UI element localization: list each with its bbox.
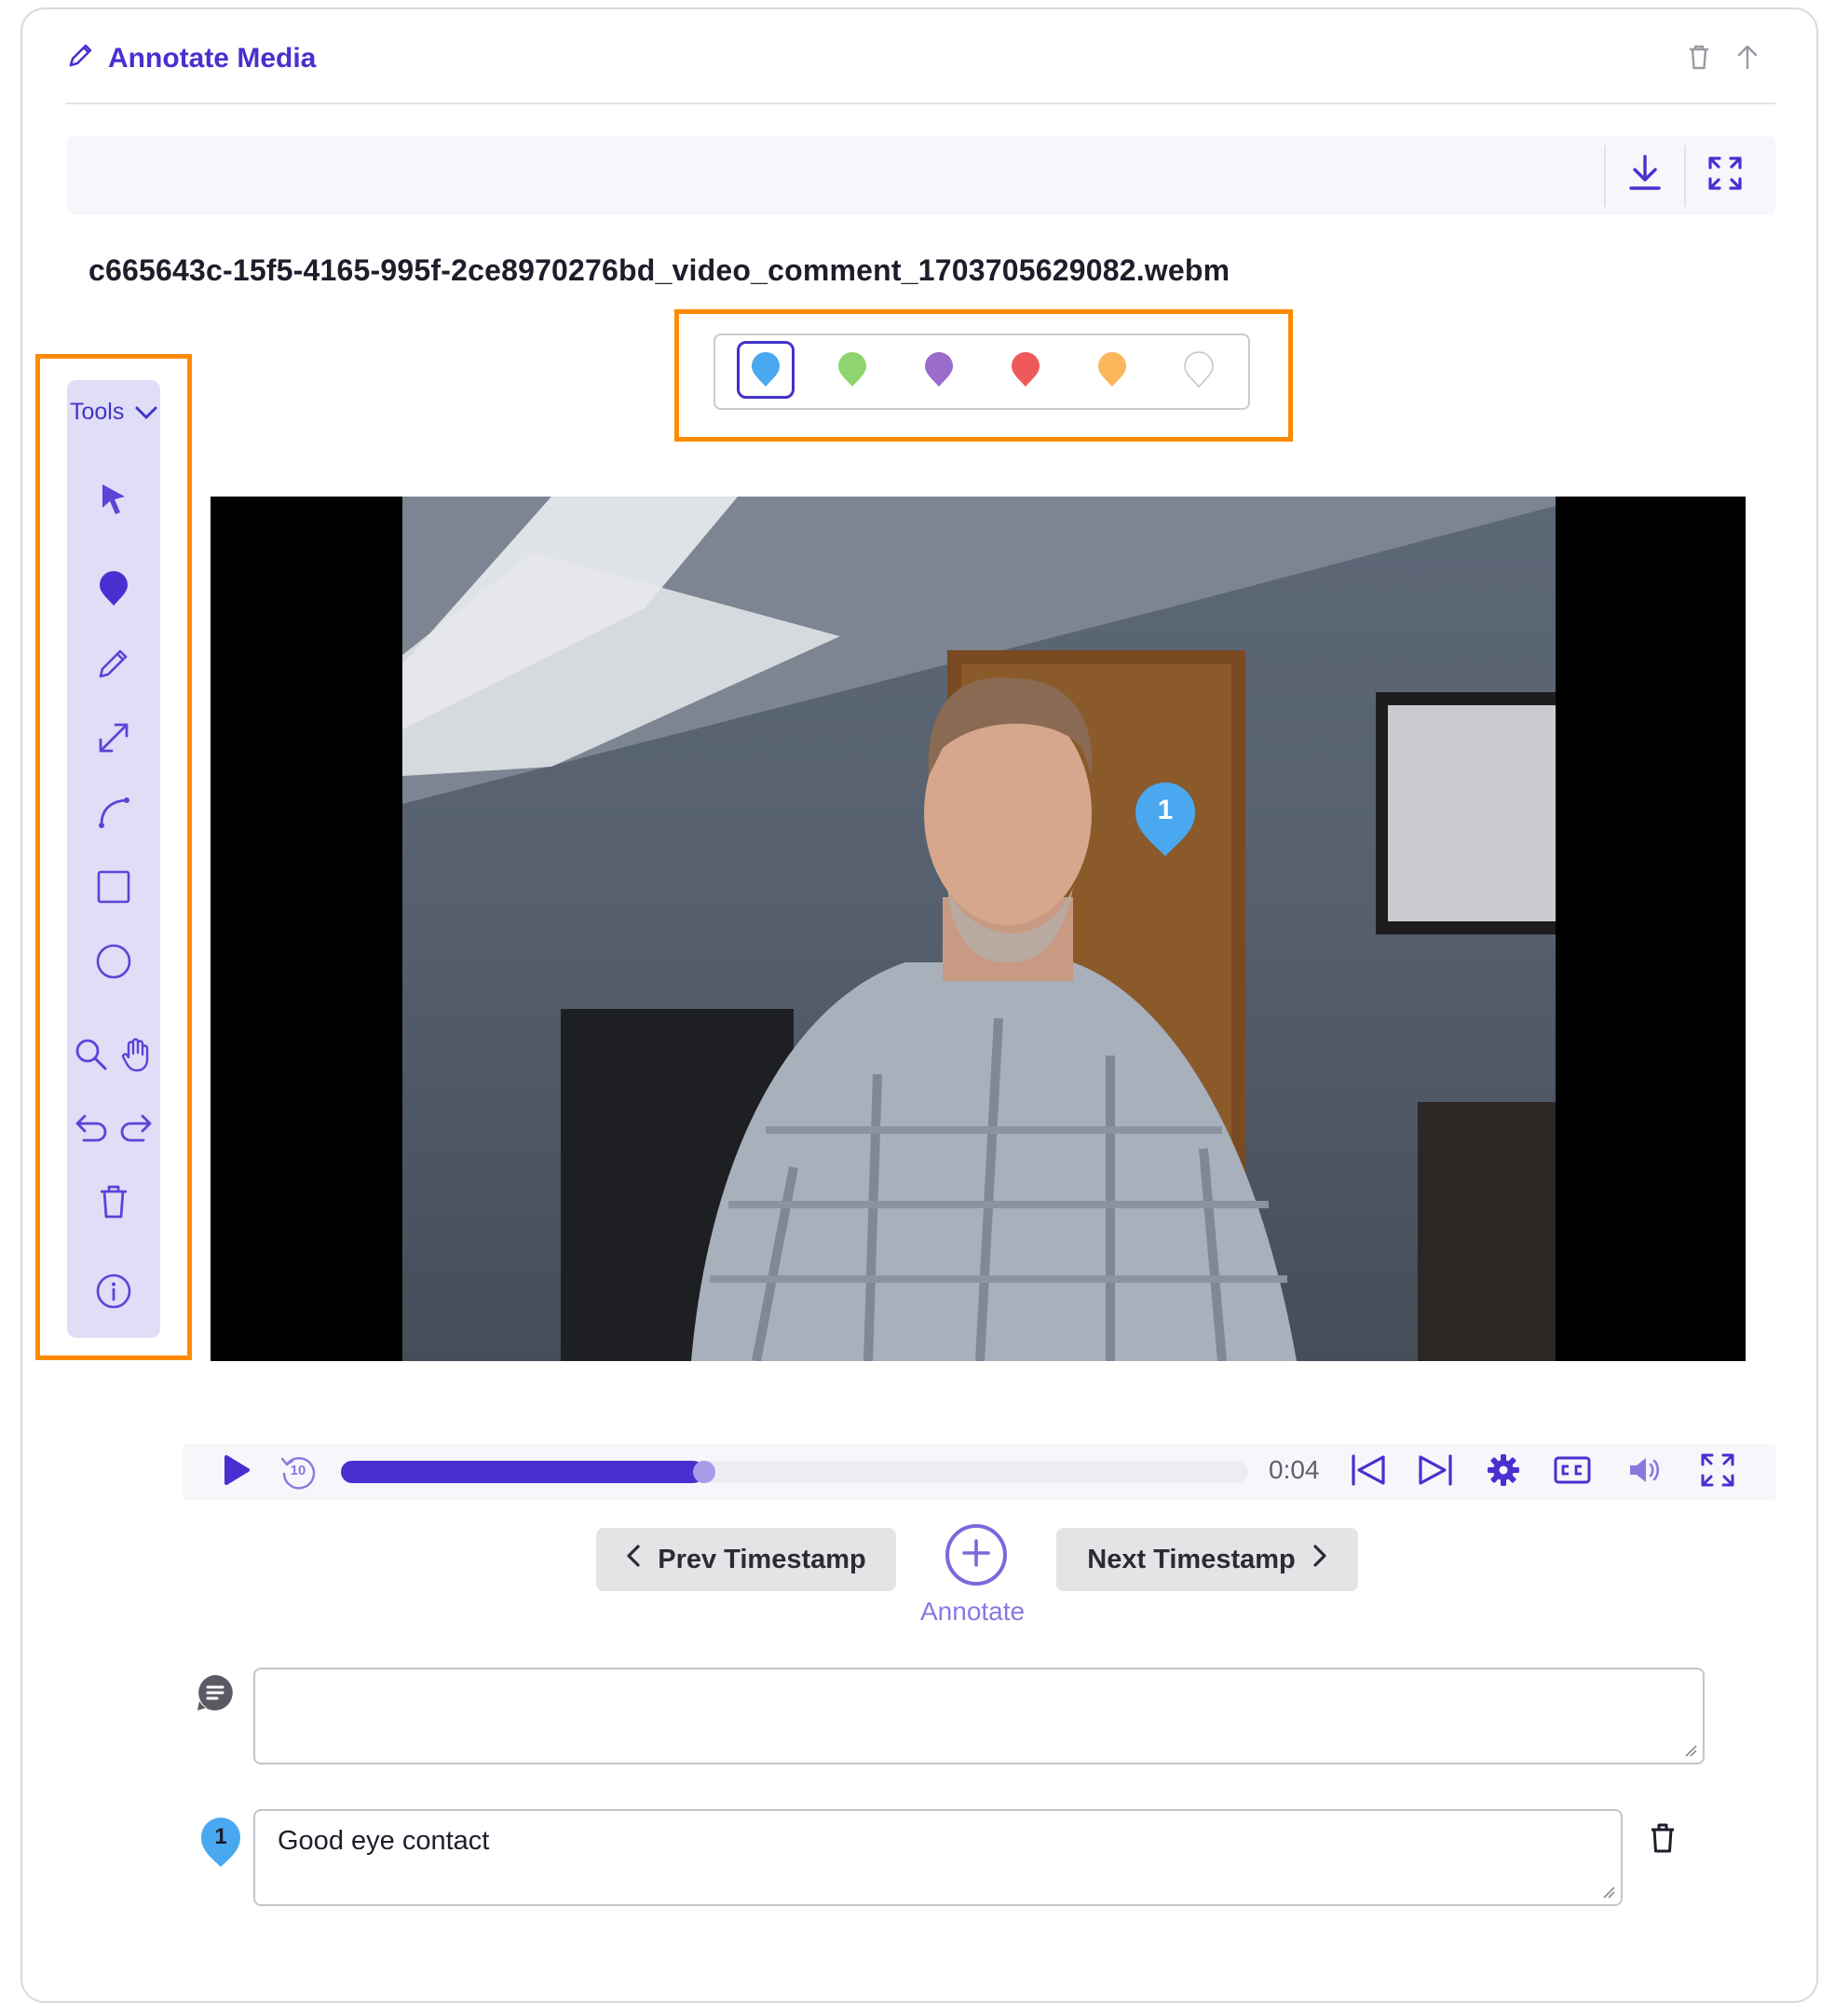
color-swatch-white[interactable] <box>1170 341 1228 399</box>
color-swatch-green[interactable] <box>823 341 881 399</box>
rectangle-icon <box>96 869 131 909</box>
annotation-marker[interactable]: 1 <box>1133 782 1198 858</box>
skip-forward-icon <box>1417 1452 1456 1492</box>
resize-handle-icon[interactable] <box>1602 1886 1615 1899</box>
circle-icon <box>95 943 132 985</box>
arrow-up-icon[interactable] <box>1734 43 1760 75</box>
download-icon[interactable] <box>1626 153 1664 197</box>
plus-icon <box>960 1537 992 1573</box>
captions-icon <box>1553 1454 1592 1491</box>
progress-fill <box>341 1461 704 1483</box>
volume-icon <box>1626 1453 1664 1492</box>
delete-comment-icon[interactable] <box>1649 1822 1677 1859</box>
page-title: Annotate Media <box>108 43 317 74</box>
fullscreen-button[interactable] <box>1695 1450 1740 1494</box>
captions-button[interactable] <box>1550 1450 1595 1494</box>
chevron-left-icon <box>626 1544 641 1575</box>
skip-forward-button[interactable] <box>1414 1450 1459 1494</box>
comment-marker: 1 <box>199 1817 242 1869</box>
info-icon <box>95 1273 132 1314</box>
zoom-tool[interactable] <box>67 1032 116 1081</box>
progress-knob[interactable] <box>693 1461 715 1483</box>
undo-tool[interactable] <box>67 1105 116 1153</box>
chevron-right-icon <box>1312 1544 1327 1575</box>
time-display: 0:04 <box>1269 1455 1320 1484</box>
expand-icon[interactable] <box>1706 155 1744 197</box>
pan-hand-icon <box>117 1036 155 1078</box>
annotation-marker-number: 1 <box>1157 795 1174 825</box>
media-toolbar <box>67 136 1775 214</box>
replay-10-label: 10 <box>290 1463 306 1478</box>
prev-timestamp-label: Prev Timestamp <box>658 1544 866 1574</box>
tools-label: Tools <box>70 399 125 425</box>
prev-timestamp-button[interactable]: Prev Timestamp <box>596 1528 896 1591</box>
settings-button[interactable] <box>1481 1450 1526 1494</box>
tools-dropdown[interactable]: Tools <box>70 399 158 426</box>
pencil-icon <box>65 41 95 75</box>
rectangle-tool[interactable] <box>89 865 138 913</box>
pointer-tool[interactable] <box>89 477 138 525</box>
color-swatch-blue[interactable] <box>737 341 795 399</box>
skip-back-button[interactable] <box>1345 1450 1390 1494</box>
new-comment-input[interactable] <box>253 1668 1705 1764</box>
fullscreen-icon <box>1699 1451 1736 1493</box>
volume-button[interactable] <box>1623 1450 1667 1494</box>
trash-icon[interactable] <box>1686 43 1712 75</box>
comment-text: Good eye contact <box>278 1826 490 1856</box>
pan-tool[interactable] <box>112 1032 160 1081</box>
delete-tool[interactable] <box>89 1179 138 1228</box>
resize-handle-icon[interactable] <box>1684 1744 1697 1757</box>
next-timestamp-button[interactable]: Next Timestamp <box>1056 1528 1358 1591</box>
color-swatch-red[interactable] <box>997 341 1054 399</box>
chevron-down-icon <box>135 406 157 419</box>
color-swatch-purple[interactable] <box>910 341 968 399</box>
pin-tool[interactable] <box>89 566 138 615</box>
curve-tool[interactable] <box>89 790 138 838</box>
pencil-tool[interactable] <box>89 641 138 689</box>
play-button[interactable] <box>214 1450 259 1494</box>
redo-tool[interactable] <box>112 1105 160 1153</box>
arrow-tool[interactable] <box>89 715 138 764</box>
toolbar-divider <box>1604 145 1606 207</box>
comment-icon <box>196 1673 235 1717</box>
circle-tool[interactable] <box>89 939 138 988</box>
redo-icon <box>117 1110 155 1149</box>
replay-10-icon: 10 <box>279 1453 317 1491</box>
curve-icon <box>95 794 132 836</box>
pin-icon <box>98 570 129 612</box>
info-tool[interactable] <box>89 1269 138 1317</box>
pencil-icon <box>96 646 131 686</box>
comment-marker-number: 1 <box>214 1824 227 1849</box>
arrow-icon <box>95 719 132 761</box>
annotate-button[interactable] <box>945 1524 1007 1586</box>
next-timestamp-label: Next Timestamp <box>1087 1544 1296 1574</box>
trash-icon <box>97 1183 130 1225</box>
annotate-label[interactable]: Annotate <box>920 1597 1025 1627</box>
header-divider <box>65 102 1775 104</box>
video-image <box>402 497 1556 1361</box>
settings-icon <box>1486 1452 1521 1492</box>
toolbar-divider <box>1684 145 1686 207</box>
pointer-icon <box>98 482 129 522</box>
play-icon <box>223 1454 251 1491</box>
color-swatch-orange[interactable] <box>1083 341 1141 399</box>
skip-back-icon <box>1348 1452 1387 1492</box>
zoom-icon <box>73 1036 110 1078</box>
undo-icon <box>73 1110 110 1149</box>
file-name: c665643c-15f5-4165-995f-2ce8970276bd_vid… <box>88 253 1230 287</box>
comment-input[interactable] <box>253 1809 1623 1906</box>
video-frame[interactable]: 1 <box>211 497 1746 1361</box>
replay-10-button[interactable]: 10 <box>276 1450 320 1494</box>
